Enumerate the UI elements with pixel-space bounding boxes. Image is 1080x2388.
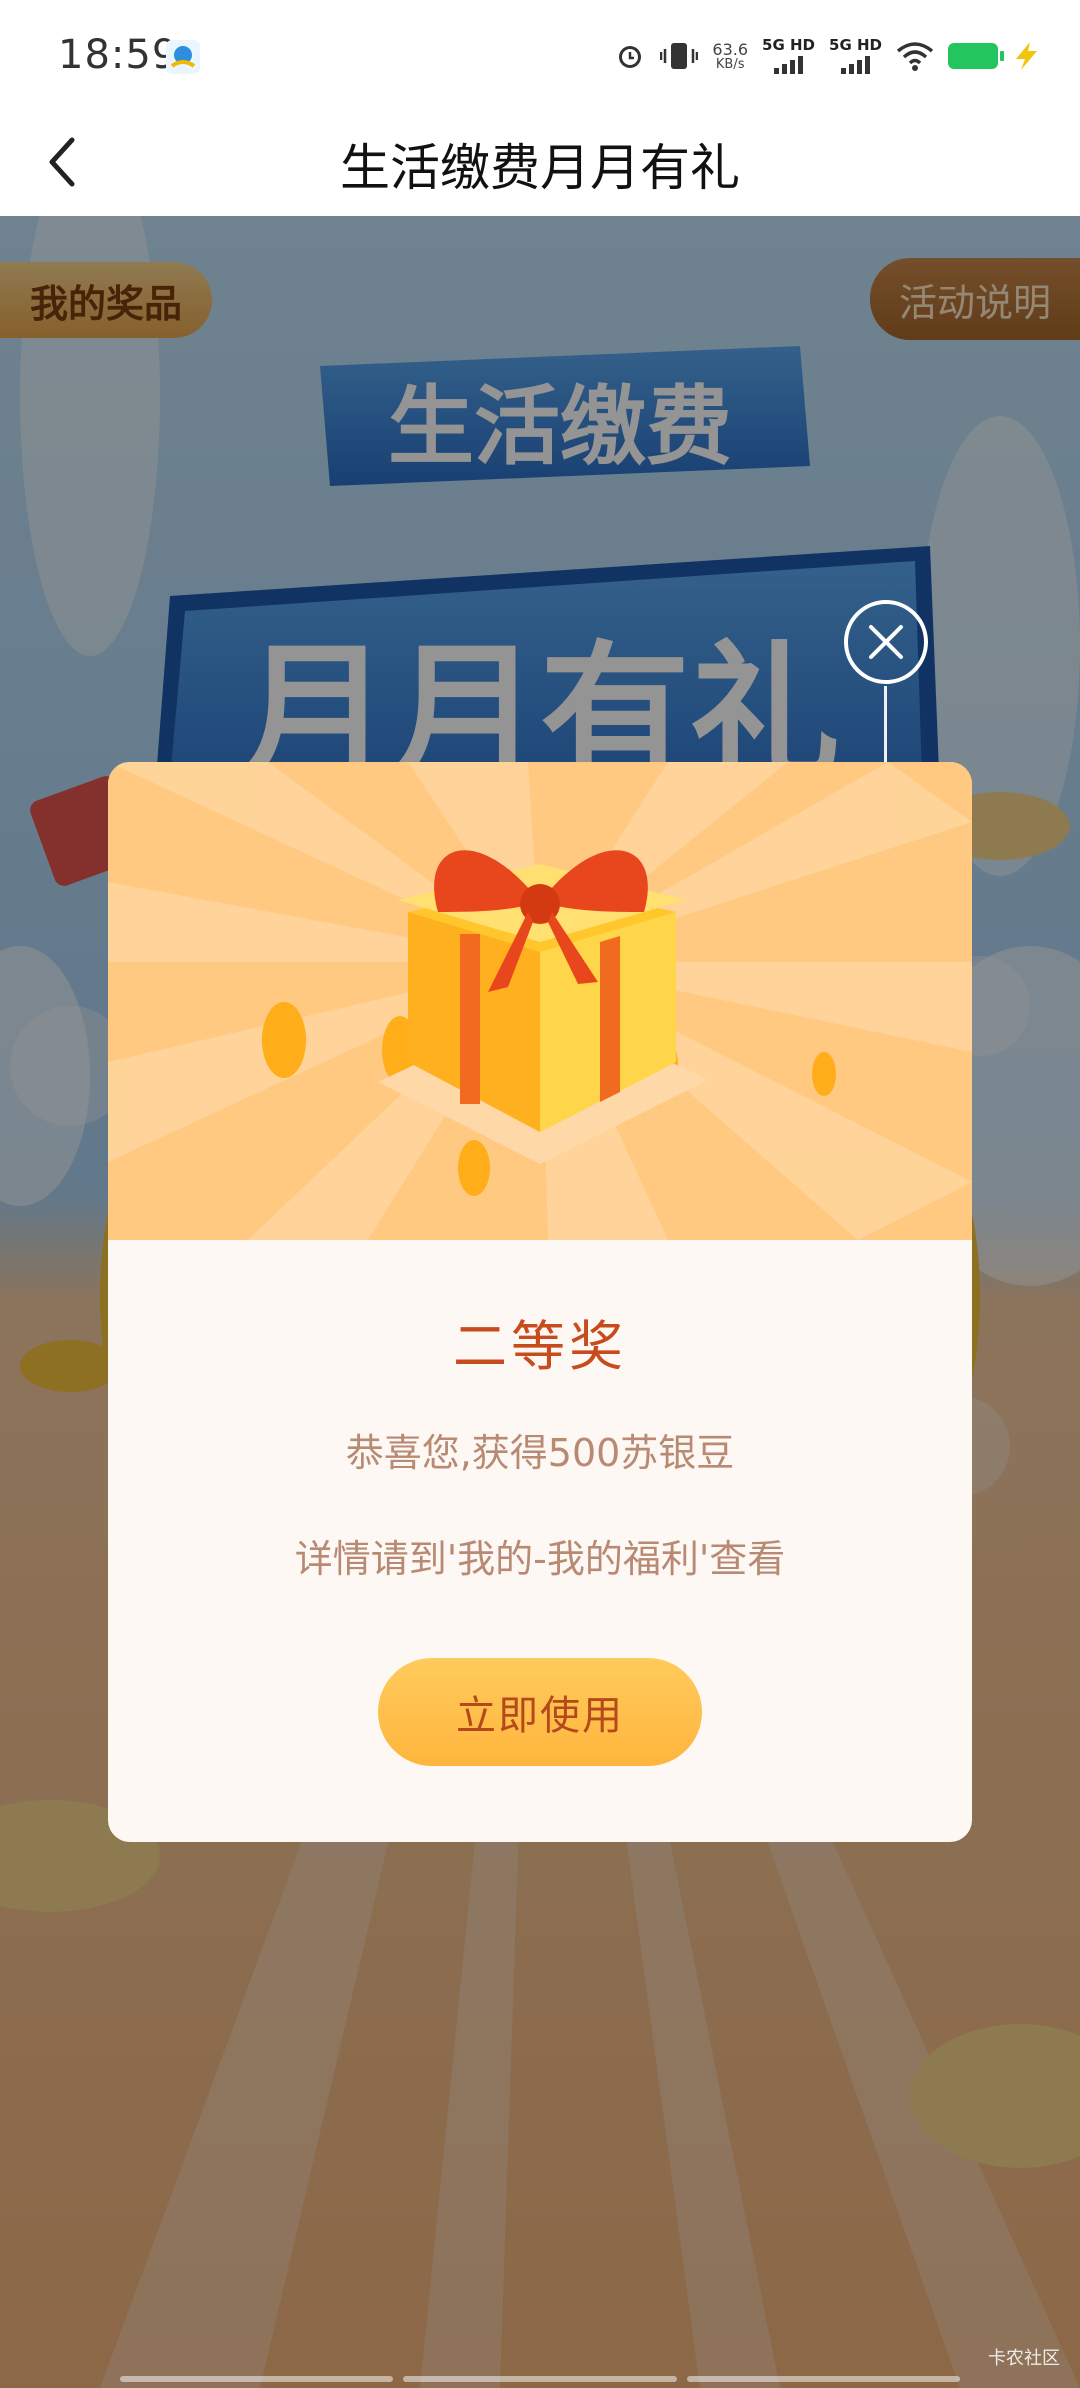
watermark: 卡农社区 <box>988 2348 1060 2369</box>
prize-modal: 二等奖 恭喜您,获得500苏银豆 详情请到'我的-我的福利'查看 立即使用 <box>108 762 972 1842</box>
use-now-button[interactable]: 立即使用 <box>378 1658 702 1766</box>
close-icon <box>844 600 928 684</box>
net-speed: 63.6 KB/s <box>712 39 749 72</box>
sim2-signal: 5G HD <box>829 38 882 74</box>
prize-title: 二等奖 <box>453 1315 627 1378</box>
sim1-signal: 5G HD <box>762 38 815 74</box>
home-indicator[interactable] <box>120 2376 960 2382</box>
prize-detail-hint: 详情请到'我的-我的福利'查看 <box>294 1537 786 1581</box>
page-title: 生活缴费月月有礼 <box>340 139 740 197</box>
alarm-icon <box>619 46 642 68</box>
status-icons: 63.6 KB/s 5G HD 5G HD <box>614 34 1040 78</box>
prize-illustration <box>108 762 972 1240</box>
prize-message: 恭喜您,获得500苏银豆 <box>345 1431 735 1475</box>
vibrate-icon <box>660 43 699 69</box>
nav-bar: 生活缴费月月有礼 <box>0 110 1080 216</box>
app-notification-icon <box>166 40 200 74</box>
close-connector <box>884 686 887 764</box>
status-time: 18:59 <box>58 32 179 78</box>
charging-icon <box>1016 42 1037 70</box>
battery-icon <box>948 43 1004 69</box>
wifi-icon <box>896 42 934 71</box>
status-bar: 18:59 63.6 KB/s 5G HD 5G HD <box>0 0 1080 110</box>
close-button[interactable] <box>842 598 930 686</box>
